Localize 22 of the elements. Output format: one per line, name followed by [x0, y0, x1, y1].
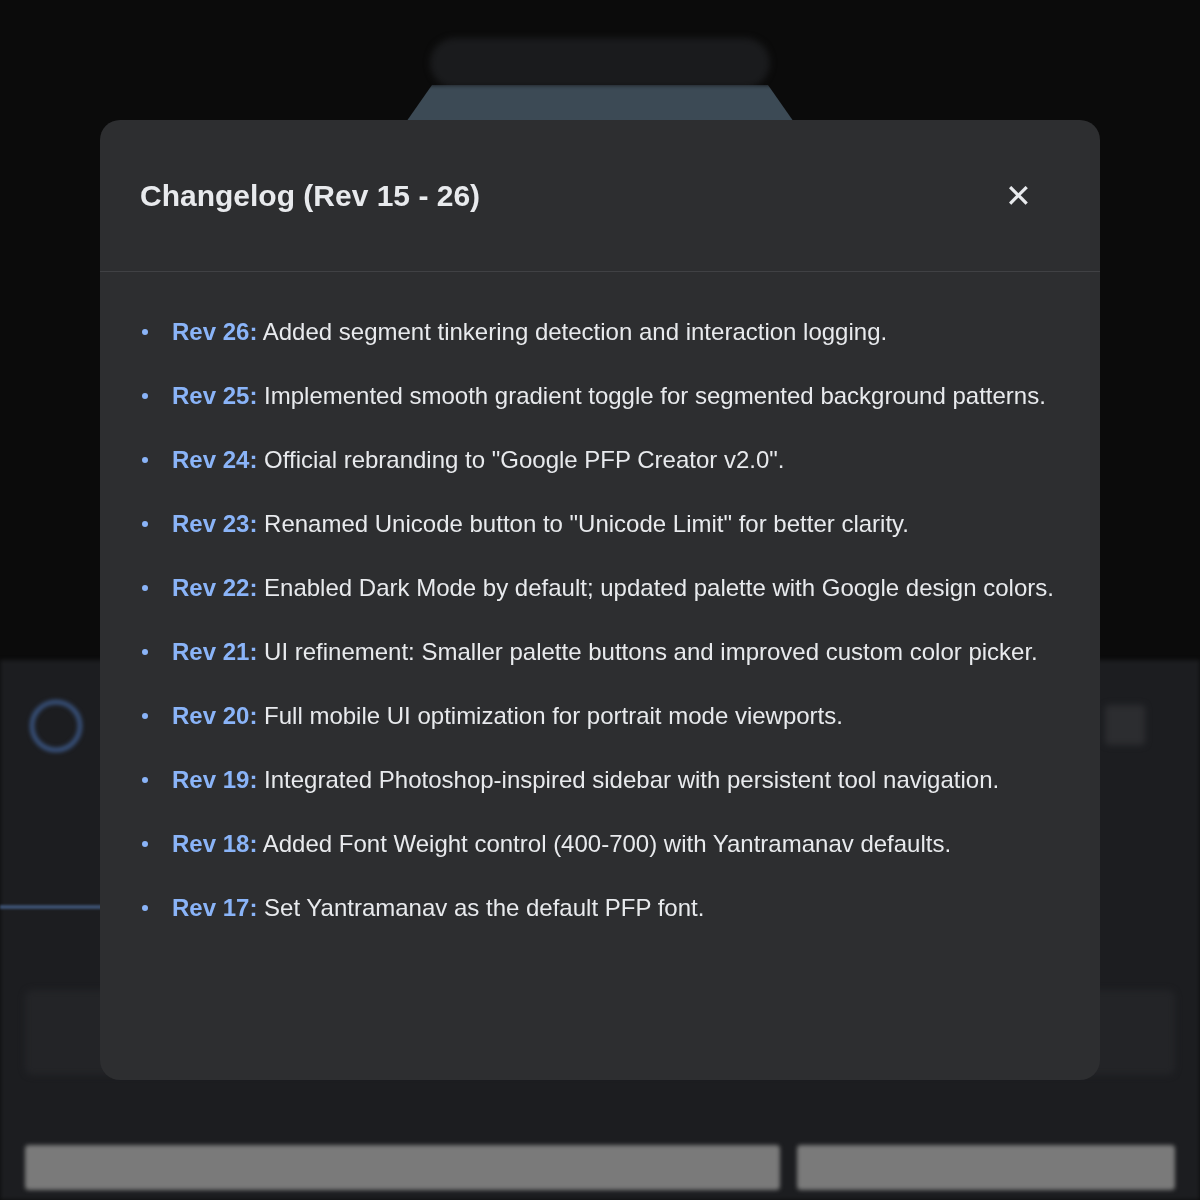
bullet-icon	[142, 649, 148, 655]
bullet-icon	[142, 777, 148, 783]
bullet-icon	[142, 841, 148, 847]
bullet-icon	[142, 521, 148, 527]
bullet-icon	[142, 329, 148, 335]
close-button[interactable]: ✕	[998, 175, 1038, 216]
changelog-entry: Rev 22: Enabled Dark Mode by default; updated palette with Google design colors.	[172, 573, 1054, 603]
bullet-icon	[142, 713, 148, 719]
bullet-icon	[142, 585, 148, 591]
changelog-entry: Rev 24: Official rebranding to "Google PFP Creator v2.0".	[172, 445, 785, 475]
changelog-entry: Rev 25: Implemented smooth gradient toggle for segmented background patterns.	[172, 381, 1046, 411]
bullet-icon	[142, 457, 148, 463]
changelog-entry: Rev 19: Integrated Photoshop-inspired sidebar with persistent tool navigation.	[172, 765, 1000, 795]
dialog-title: Changelog (Rev 15 - 26)	[140, 178, 481, 214]
bullet-icon	[142, 393, 148, 399]
changelog-entry: Rev 18: Added Font Weight control (400-700) with Yantramanav defaults.	[172, 829, 952, 859]
changelog-entry: Rev 17: Set Yantramanav as the default PFP font.	[172, 893, 705, 923]
changelog-entry: Rev 23: Renamed Unicode button to "Unicode Limit" for better clarity.	[172, 509, 909, 539]
changelog-entry: Rev 26: Added segment tinkering detection and interaction logging.	[172, 317, 888, 347]
changelog-entry: Rev 21: UI refinement: Smaller palette buttons and improved custom color picker.	[172, 637, 1038, 667]
changelog-entry: Rev 20: Full mobile UI optimization for portrait mode viewports.	[172, 701, 843, 731]
bullet-icon	[142, 905, 148, 911]
